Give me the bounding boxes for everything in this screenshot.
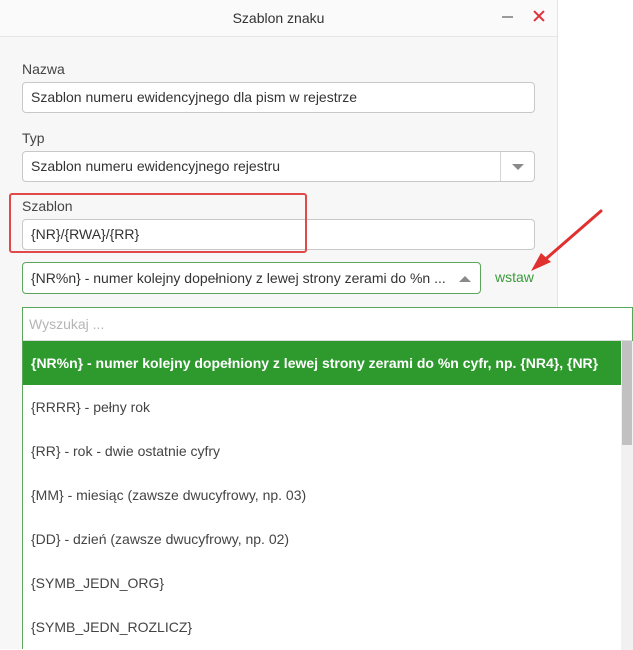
- placeholder-select-value: {NR%n} - numer kolejny dopełniony z lewe…: [31, 270, 446, 286]
- annotation-arrow: [531, 209, 603, 271]
- template-field-value: {NR}/{RWA}/{RR}: [31, 226, 140, 242]
- dropdown-option[interactable]: {RR} - rok - dwie ostatnie cyfry: [23, 429, 621, 473]
- name-field[interactable]: Szablon numeru ewidencyjnego dla pism w …: [22, 82, 535, 113]
- type-select-toggle[interactable]: [500, 152, 534, 181]
- dropdown-option[interactable]: {DD} - dzień (zawsze dwucyfrowy, np. 02): [23, 517, 621, 561]
- template-field[interactable]: {NR}/{RWA}/{RR}: [22, 219, 535, 250]
- name-field-value: Szablon numeru ewidencyjnego dla pism w …: [31, 89, 358, 105]
- dropdown-option[interactable]: {SYMB_JEDN_ORG}: [23, 561, 621, 605]
- type-select[interactable]: Szablon numeru ewidencyjnego rejestru: [22, 151, 535, 182]
- chevron-down-icon: [512, 164, 524, 170]
- dropdown-search-input[interactable]: [23, 308, 632, 341]
- dialog-titlebar: Szablon znaku: [0, 0, 557, 37]
- dropdown-list: {NR%n} - numer kolejny dopełniony z lewe…: [23, 341, 621, 649]
- dropdown-scrollbar[interactable]: [621, 341, 633, 650]
- dialog-title: Szablon znaku: [232, 10, 325, 26]
- type-select-value: Szablon numeru ewidencyjnego rejestru: [31, 158, 281, 174]
- name-label: Nazwa: [22, 61, 65, 77]
- chevron-up-icon: [459, 276, 471, 282]
- dropdown-scrollbar-thumb[interactable]: [622, 341, 632, 445]
- dropdown-option[interactable]: {RRRR} - pełny rok: [23, 385, 621, 429]
- dropdown-option[interactable]: {MM} - miesiąc (zawsze dwucyfrowy, np. 0…: [23, 473, 621, 517]
- type-label: Typ: [22, 130, 45, 146]
- minimize-icon[interactable]: [500, 6, 516, 26]
- dropdown-option[interactable]: {NR%n} - numer kolejny dopełniony z lewe…: [23, 341, 621, 385]
- placeholder-dropdown: {NR%n} - numer kolejny dopełniony z lewe…: [22, 307, 633, 650]
- template-label: Szablon: [22, 198, 73, 214]
- close-icon[interactable]: [530, 5, 548, 25]
- placeholder-select[interactable]: {NR%n} - numer kolejny dopełniony z lewe…: [22, 262, 481, 294]
- dropdown-option[interactable]: {SYMB_JEDN_ROZLICZ}: [23, 605, 621, 649]
